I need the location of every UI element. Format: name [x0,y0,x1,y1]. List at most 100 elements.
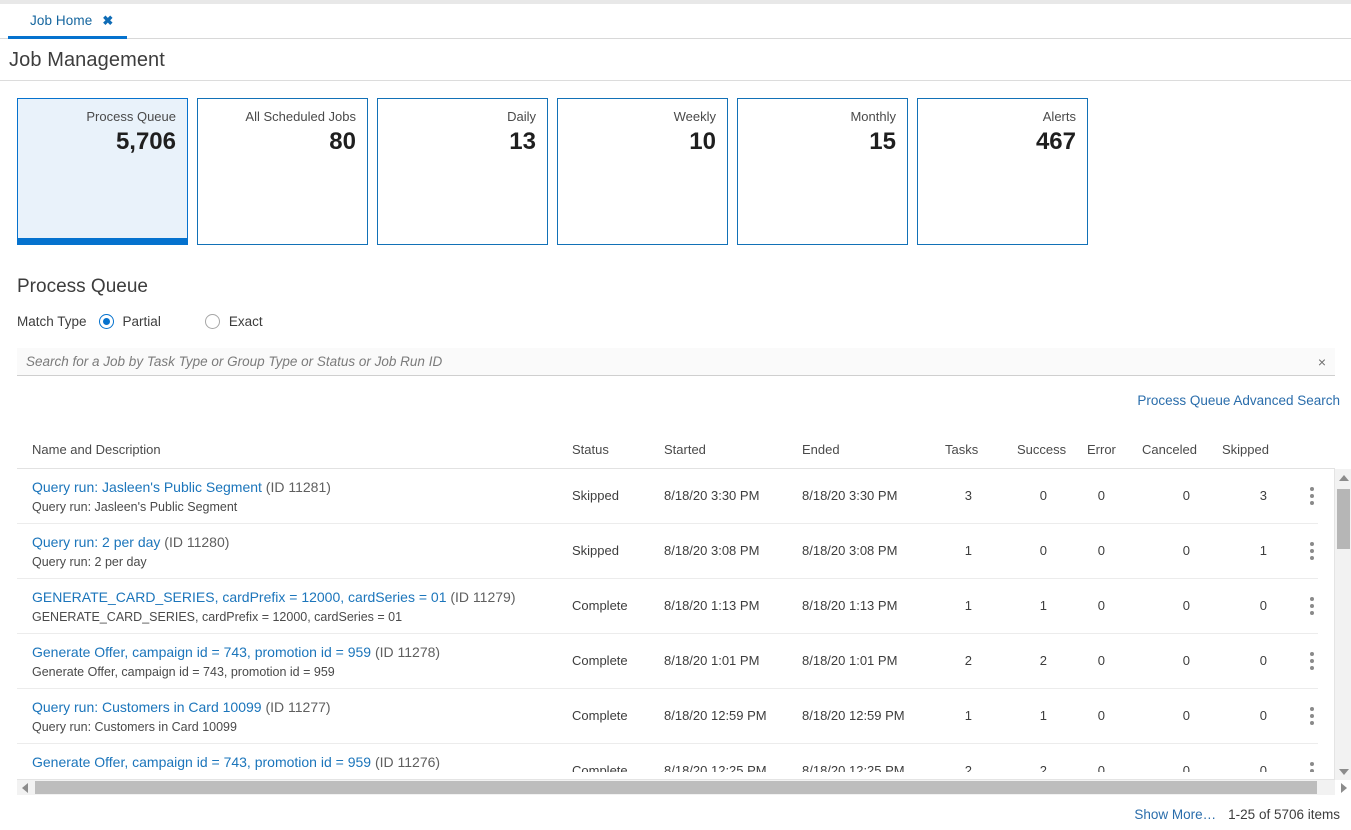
advanced-search-link[interactable]: Process Queue Advanced Search [1137,393,1340,408]
row-job-link[interactable]: Query run: 2 per day (ID 11280) [32,533,572,552]
row-success: 0 [1039,488,1047,503]
column-header-started[interactable]: Started [664,442,706,457]
row-job-name: Query run: 2 per day [32,534,161,550]
process-queue-table: Name and Description Status Started Ended Ta… [0,433,1351,780]
column-header-canceled[interactable]: Canceled [1142,442,1197,457]
row-job-id: (ID 11277) [265,699,331,715]
row-actions-menu-icon[interactable] [1303,704,1318,728]
row-job-link[interactable]: Generate Offer, campaign id = 743, promo… [32,643,572,662]
clear-search-icon[interactable]: × [1309,354,1335,370]
row-success: 2 [1039,763,1047,772]
row-name-cell: Query run: 2 per day (ID 11280) Query run… [32,533,572,571]
vertical-scroll-thumb[interactable] [1337,489,1350,549]
row-success: 1 [1039,598,1047,613]
kpi-card-all-scheduled-jobs[interactable]: All Scheduled Jobs 80 [197,98,368,245]
row-job-id: (ID 11279) [450,589,516,605]
horizontal-scroll-thumb[interactable] [35,781,1317,794]
column-header-name-and-description[interactable]: Name and Description [32,442,161,457]
row-tasks: 2 [964,653,972,668]
kpi-card-value: 80 [329,128,356,155]
row-status: Skipped [572,543,619,558]
row-skipped: 3 [1259,488,1267,503]
match-option-partial-label: Partial [122,314,161,329]
search-input[interactable] [17,353,1309,370]
row-description: Generate Offer, campaign id = 743, promo… [32,665,335,679]
row-actions-menu-icon[interactable] [1303,484,1318,508]
table-footer: Show More… 1-25 of 5706 items [1134,807,1340,822]
row-success: 2 [1039,653,1047,668]
close-icon[interactable]: ✖ [102,14,113,27]
row-ended: 8/18/20 12:25 PM [802,763,905,772]
row-job-id: (ID 11278) [374,644,441,660]
row-ended: 8/18/20 1:01 PM [802,653,898,668]
kpi-card-daily[interactable]: Daily 13 [377,98,548,245]
row-started: 8/18/20 1:13 PM [664,598,760,613]
row-job-link[interactable]: Query run: Customers in Card 10099 (ID 1… [32,698,572,717]
tab-job-home[interactable]: Job Home ✖ [8,4,128,39]
row-status: Complete [572,653,628,668]
kpi-card-value: 5,706 [115,128,176,155]
table-header-row: Name and Description Status Started Ended Ta… [17,433,1335,469]
row-job-id: (ID 11276) [374,754,441,770]
row-error: 0 [1097,653,1105,668]
row-started: 8/18/20 3:30 PM [664,488,760,503]
table-row[interactable]: Query run: Customers in Card 10099 (ID 1… [17,689,1318,744]
kpi-card-value: 15 [869,128,896,155]
match-option-exact[interactable]: Exact [204,314,263,329]
row-actions-menu-icon[interactable] [1303,594,1318,618]
column-header-error[interactable]: Error [1087,442,1116,457]
row-name-cell: Query run: Customers in Card 10099 (ID 1… [32,698,572,736]
table-row[interactable]: GENERATE_CARD_SERIES, cardPrefix = 12000… [17,579,1318,634]
row-error: 0 [1097,763,1105,772]
radio-partial-icon[interactable] [98,314,114,329]
row-job-name: Query run: Jasleen's Public Segment [32,479,262,495]
show-more-link[interactable]: Show More… [1134,807,1216,822]
row-actions-menu-icon[interactable] [1303,539,1318,563]
row-actions-menu-icon[interactable] [1303,649,1318,673]
table-row[interactable]: Generate Offer, campaign id = 743, promo… [17,744,1318,772]
row-error: 0 [1097,598,1105,613]
row-job-link[interactable]: Query run: Jasleen's Public Segment (ID … [32,478,572,497]
kpi-card-label: Monthly [850,109,896,124]
row-skipped: 0 [1259,708,1267,723]
column-header-skipped[interactable]: Skipped [1222,442,1269,457]
column-header-ended[interactable]: Ended [802,442,840,457]
match-option-exact-label: Exact [228,314,263,329]
row-job-link[interactable]: Generate Offer, campaign id = 743, promo… [32,753,572,772]
scroll-up-icon[interactable] [1335,469,1351,486]
row-description: Query run: Jasleen's Public Segment [32,500,238,514]
radio-exact-icon[interactable] [204,314,220,329]
horizontal-scrollbar[interactable] [17,779,1347,795]
scroll-left-icon[interactable] [17,780,33,795]
table-row[interactable]: Query run: 2 per day (ID 11280) Query run… [17,524,1318,579]
row-tasks: 1 [964,598,972,613]
kpi-card-value: 467 [1035,128,1076,155]
match-option-partial[interactable]: Partial [98,314,161,329]
kpi-card-value: 10 [689,128,716,155]
table-row[interactable]: Generate Offer, campaign id = 743, promo… [17,634,1318,689]
row-status: Complete [572,598,628,613]
scroll-right-icon[interactable] [1336,780,1351,795]
row-description: GENERATE_CARD_SERIES, cardPrefix = 12000… [32,610,403,624]
row-actions-menu-icon[interactable] [1303,759,1318,772]
row-name-cell: Query run: Jasleen's Public Segment (ID … [32,478,572,516]
kpi-card-weekly[interactable]: Weekly 10 [557,98,728,245]
row-tasks: 1 [964,543,972,558]
kpi-card-monthly[interactable]: Monthly 15 [737,98,908,245]
vertical-scrollbar[interactable] [1334,469,1351,780]
table-row[interactable]: Query run: Jasleen's Public Segment (ID … [17,469,1318,524]
section-title: Process Queue [17,276,148,297]
column-header-tasks[interactable]: Tasks [945,442,978,457]
row-ended: 8/18/20 3:30 PM [802,488,898,503]
row-job-link[interactable]: GENERATE_CARD_SERIES, cardPrefix = 12000… [32,588,572,607]
kpi-card-alerts[interactable]: Alerts 467 [917,98,1088,245]
row-tasks: 2 [964,763,972,772]
column-header-success[interactable]: Success [1017,442,1066,457]
row-status: Complete [572,708,628,723]
kpi-card-process-queue[interactable]: Process Queue 5,706 [17,98,188,245]
row-job-name: Generate Offer, campaign id = 743, promo… [32,754,372,770]
row-skipped: 1 [1259,543,1267,558]
column-header-status[interactable]: Status [572,442,609,457]
scroll-down-icon[interactable] [1335,763,1351,780]
row-name-cell: GENERATE_CARD_SERIES, cardPrefix = 12000… [32,588,572,626]
